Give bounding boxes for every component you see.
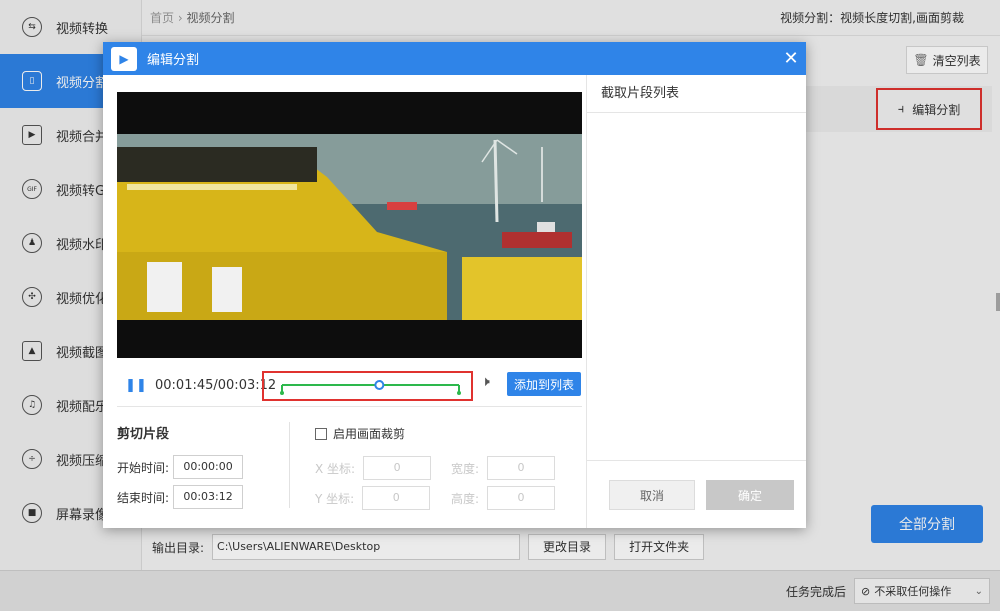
crop-x-input[interactable]: 0 [363, 456, 432, 480]
video-preview[interactable] [117, 92, 582, 358]
dialog-header: ▶ 编辑分割 ✕ [103, 42, 806, 75]
crop-width-label: 宽度: [451, 461, 480, 476]
end-time-input[interactable]: 00:03:12 [173, 485, 244, 509]
close-icon[interactable]: ✕ [776, 48, 806, 69]
crop-height-row: 高度: 0 [451, 486, 556, 510]
clip-list-panel: 截取片段列表 取消 确定 [586, 75, 806, 528]
player-controls: ❚❚ 00:01:45/00:03:12 🕨 添加到列表 [117, 367, 582, 403]
enable-crop-label: 启用画面裁剪 [333, 427, 406, 441]
dialog-title: 编辑分割 [147, 53, 200, 68]
cancel-button[interactable]: 取消 [609, 480, 695, 510]
range-slider[interactable] [264, 373, 471, 399]
crop-y-row: Y 坐标: 0 [315, 486, 431, 510]
crop-y-input[interactable]: 0 [362, 486, 431, 510]
start-time-row: 开始时间: 00:00:00 [117, 455, 244, 479]
crop-width-input[interactable]: 0 [487, 456, 556, 480]
clip-list-title: 截取片段列表 [587, 75, 806, 113]
edit-split-dialog: ▶ 编辑分割 ✕ ❚❚ 00:01:45/00:03:12 🕨 添加到列表 剪切… [103, 42, 806, 528]
divider [117, 406, 582, 407]
start-time-label: 开始时间: [117, 460, 170, 475]
app-logo-icon: ▶ [111, 46, 137, 71]
range-slider-highlight [262, 371, 473, 401]
pause-icon[interactable]: ❚❚ [123, 378, 149, 393]
end-time-label: 结束时间: [117, 490, 170, 505]
crop-x-label: X 坐标: [315, 461, 356, 476]
crop-height-label: 高度: [451, 491, 480, 506]
crop-x-row: X 坐标: 0 [315, 456, 432, 480]
crop-y-label: Y 坐标: [315, 491, 355, 506]
volume-icon[interactable]: 🕨 [481, 374, 490, 390]
add-to-list-button[interactable]: 添加到列表 [507, 372, 581, 396]
checkbox-icon [315, 427, 327, 440]
divider [587, 460, 806, 461]
enable-crop-checkbox[interactable]: 启用画面裁剪 [315, 425, 405, 442]
end-time-row: 结束时间: 00:03:12 [117, 485, 244, 509]
start-time-input[interactable]: 00:00:00 [173, 455, 244, 479]
crop-height-input[interactable]: 0 [487, 486, 556, 510]
cut-section-title: 剪切片段 [117, 427, 170, 442]
divider [289, 422, 290, 508]
crop-width-row: 宽度: 0 [451, 456, 556, 480]
confirm-button[interactable]: 确定 [706, 480, 794, 510]
time-display: 00:01:45/00:03:12 [155, 377, 277, 393]
video-frame-image [117, 92, 582, 358]
